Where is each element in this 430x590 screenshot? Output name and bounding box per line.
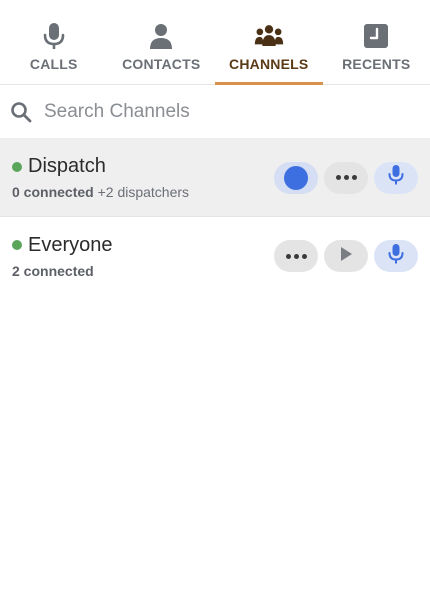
search-icon xyxy=(10,101,32,123)
clock-icon xyxy=(361,22,391,50)
ellipsis-icon xyxy=(285,253,307,259)
tab-calls-label: CALLS xyxy=(29,56,78,72)
dispatcher-count: +2 dispatchers xyxy=(97,184,190,200)
channel-name: Dispatch xyxy=(28,155,106,177)
person-icon xyxy=(146,22,176,50)
microphone-icon xyxy=(39,22,69,50)
channel-toggle-switch[interactable] xyxy=(274,161,318,194)
tab-recents[interactable]: RECENTS xyxy=(323,0,430,84)
search-bar xyxy=(0,85,430,139)
microphone-icon xyxy=(387,243,405,270)
tab-contacts[interactable]: CONTACTS xyxy=(108,0,216,84)
channel-row-dispatch[interactable]: Dispatch 0 connected +2 dispatchers xyxy=(0,139,430,217)
channel-actions xyxy=(274,240,418,272)
group-icon xyxy=(254,22,284,50)
channel-info: Everyone 2 connected xyxy=(12,234,274,279)
play-button[interactable] xyxy=(324,240,368,272)
toggle-knob xyxy=(284,165,308,190)
ellipsis-icon xyxy=(335,175,357,180)
channel-actions xyxy=(274,161,418,194)
channel-name-line: Everyone xyxy=(12,234,274,257)
search-input[interactable] xyxy=(44,100,430,123)
channel-name-line: Dispatch xyxy=(12,155,274,178)
tab-contacts-label: CONTACTS xyxy=(122,56,201,72)
play-icon xyxy=(339,246,353,267)
tab-bar: CALLS CONTACTS CHANNELS RECENTS xyxy=(0,0,430,85)
channel-name: Everyone xyxy=(28,233,113,256)
channel-row-everyone[interactable]: Everyone 2 connected xyxy=(0,217,430,295)
more-options-button[interactable] xyxy=(274,240,318,272)
channel-subtitle: 0 connected +2 dispatchers xyxy=(12,184,274,200)
channel-subtitle: 2 connected xyxy=(12,263,274,279)
channel-info: Dispatch 0 connected +2 dispatchers xyxy=(12,155,274,200)
tab-calls[interactable]: CALLS xyxy=(0,0,108,84)
push-to-talk-button[interactable] xyxy=(374,240,418,272)
tab-channels[interactable]: CHANNELS xyxy=(215,0,323,85)
push-to-talk-button[interactable] xyxy=(374,161,418,194)
microphone-icon xyxy=(387,164,405,191)
tab-recents-label: RECENTS xyxy=(342,56,411,72)
tab-channels-label: CHANNELS xyxy=(229,56,309,72)
online-status-dot xyxy=(12,161,22,172)
more-options-button[interactable] xyxy=(324,161,368,194)
online-status-dot xyxy=(12,240,22,250)
connected-count: 0 connected xyxy=(12,184,94,200)
connected-count: 2 connected xyxy=(12,262,94,279)
